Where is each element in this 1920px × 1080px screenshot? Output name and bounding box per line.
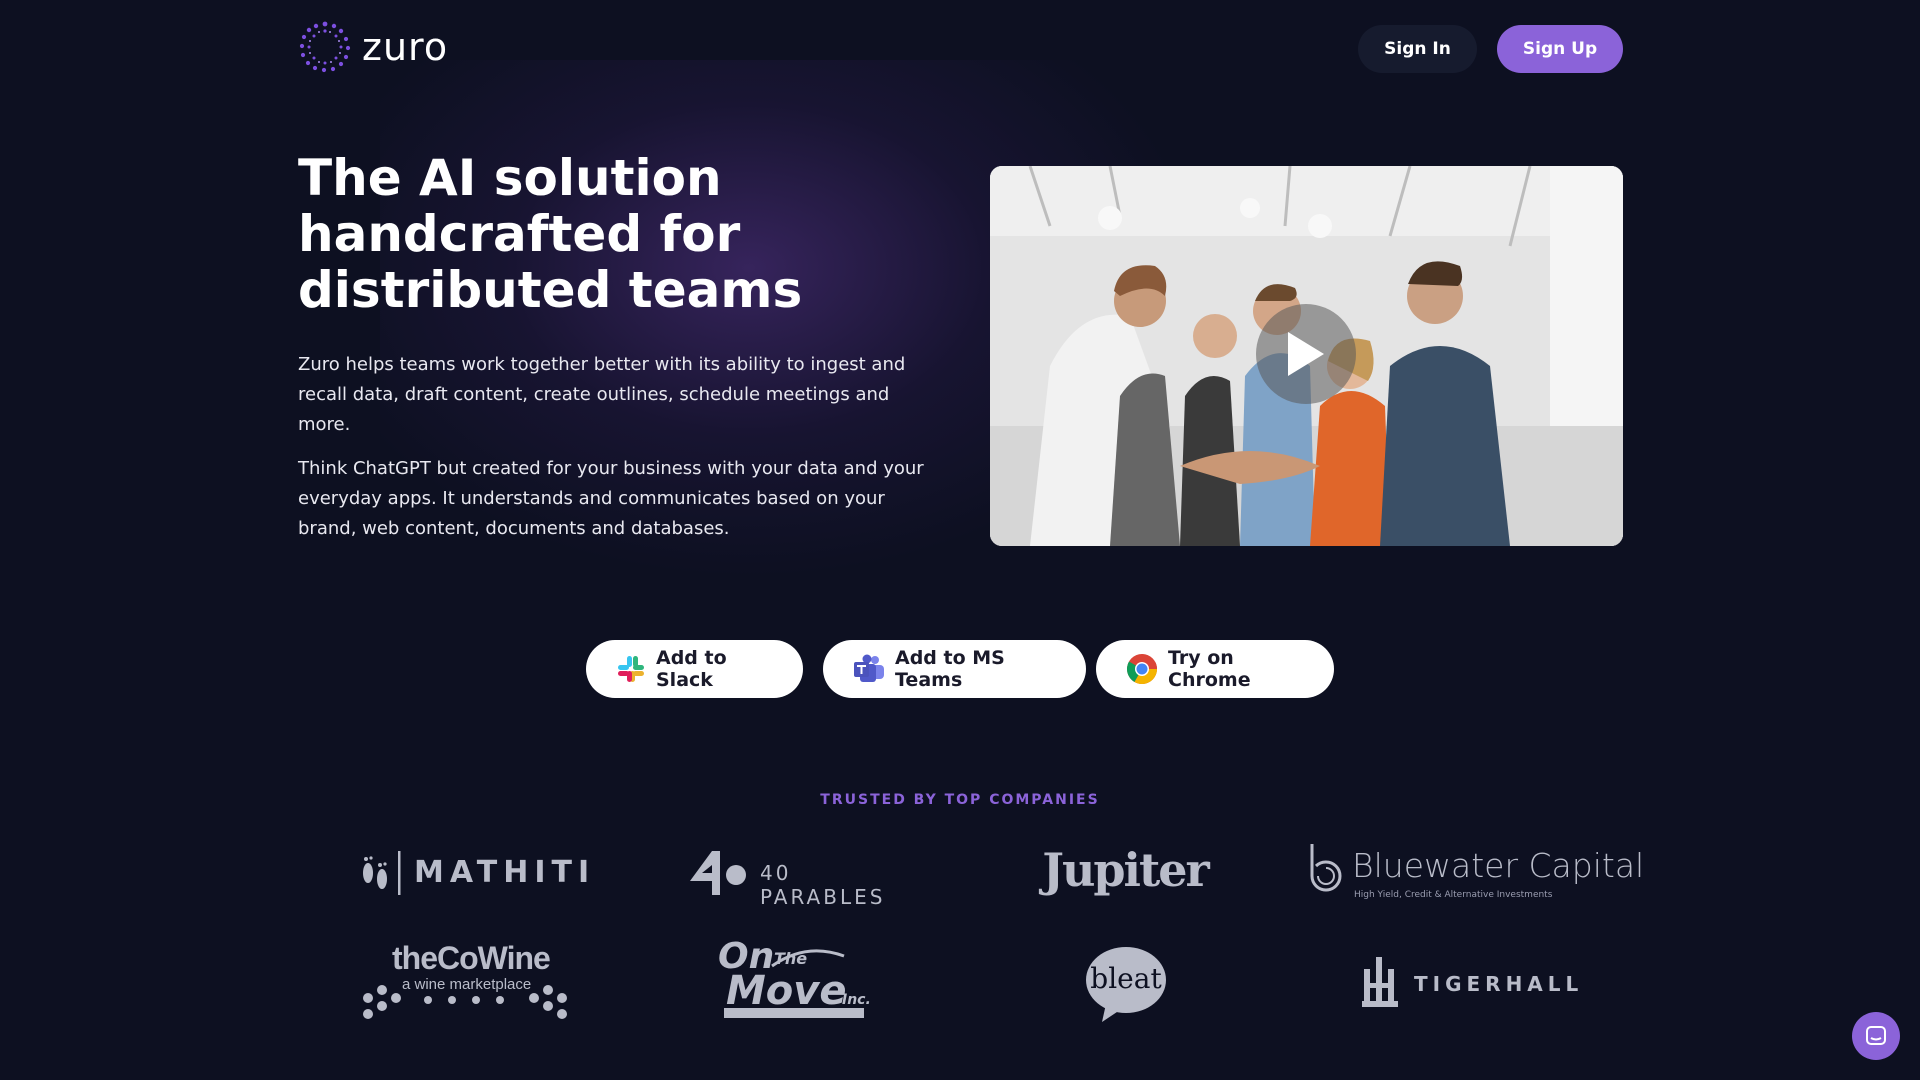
brand-name: zuro — [362, 25, 449, 69]
chat-icon — [1866, 1026, 1886, 1045]
chrome-icon — [1126, 654, 1157, 685]
hero-paragraph-1: Zuro helps teams work together better wi… — [298, 354, 906, 435]
try-on-chrome-label: Try on Chrome — [1168, 647, 1251, 691]
hero-title-line-2: handcrafted for — [298, 205, 741, 263]
svg-text:Inc.: Inc. — [842, 992, 871, 1008]
hero-title: The AI solution handcrafted for distribu… — [298, 150, 938, 318]
bluewater-mark — [1310, 844, 1342, 892]
add-to-ms-teams-label: Add to MS Teams — [895, 647, 1005, 691]
hero-title-line-1: The AI solution — [298, 149, 722, 207]
company-logo-bleat: bleat — [1084, 946, 1168, 1022]
company-logo-mathiti: MATHITI — [358, 845, 589, 901]
add-to-slack-button[interactable]: Add to Slack — [586, 640, 803, 698]
on-the-move-logo: On The Move Inc. — [718, 936, 871, 1018]
sign-up-button[interactable]: Sign Up — [1497, 25, 1623, 73]
add-to-slack-label: Add to Slack — [656, 647, 727, 691]
tigerhall-mark — [1362, 957, 1398, 1007]
ms-teams-icon — [854, 654, 884, 682]
sign-in-button[interactable]: Sign In — [1358, 25, 1477, 73]
try-on-chrome-button[interactable]: Try on Chrome — [1096, 640, 1334, 698]
hero-title-line-3: distributed teams — [298, 261, 803, 319]
tigerhall-logo-text: TIGERHALL — [1414, 972, 1584, 996]
thecowine-dots — [363, 985, 567, 1019]
40-parables-logo-text: 40 PARABLES — [760, 861, 886, 909]
svg-text:Move: Move — [726, 968, 847, 1014]
add-to-ms-teams-button[interactable]: Add to MS Teams — [823, 640, 1086, 698]
slack-icon — [618, 656, 644, 682]
mathiti-logo-text: MATHITI — [414, 855, 596, 890]
play-button[interactable] — [1256, 304, 1356, 404]
company-logo-tigerhall: TIGERHALL — [1362, 955, 1578, 1011]
chat-widget-button[interactable] — [1852, 1012, 1900, 1060]
trusted-heading: TRUSTED BY TOP COMPANIES — [820, 792, 1100, 808]
bluewater-tagline: High Yield, Credit & Alternative Investm… — [1354, 890, 1553, 900]
company-logo-thecowine: theCoWine a wine marketplace — [358, 940, 572, 1025]
company-logo-bluewater-capital: Bluewater Capital High Yield, Credit & A… — [1304, 838, 1644, 906]
play-icon — [1288, 332, 1324, 376]
company-logo-on-the-move: On The Move Inc. — [716, 936, 876, 1028]
company-logo-40-parables: 40 PARABLES — [688, 845, 904, 909]
bleat-logo-text: bleat — [1090, 962, 1162, 995]
hero-paragraph-2: Think ChatGPT but created for your busin… — [298, 458, 924, 539]
40-parables-mark — [690, 851, 746, 895]
thecowine-logo-text: theCoWine — [392, 940, 551, 976]
zuro-logo[interactable]: zuro — [298, 20, 448, 74]
zuro-logo-mark-icon — [299, 21, 351, 73]
jupiter-logo-text: Jupiter — [1042, 843, 1210, 897]
company-logo-jupiter: Jupiter — [1040, 840, 1210, 900]
hero-video[interactable] — [990, 166, 1623, 546]
bluewater-logo-text: Bluewater Capital — [1352, 846, 1645, 885]
